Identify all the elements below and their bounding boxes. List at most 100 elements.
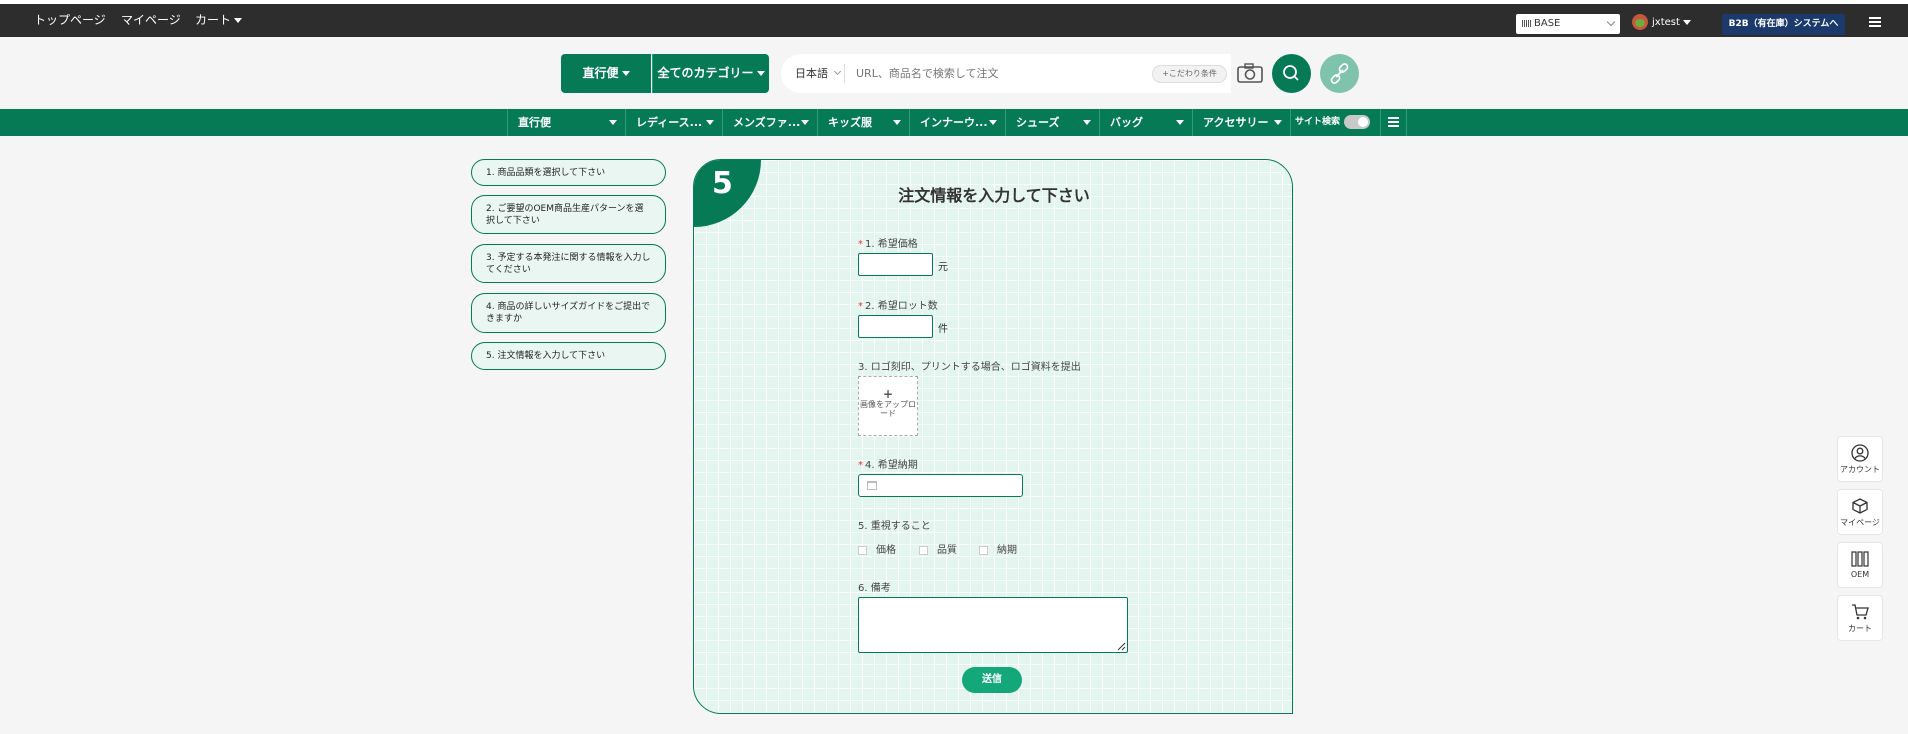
lot-unit: 件 bbox=[938, 324, 948, 335]
shop-select[interactable]: BASE bbox=[1516, 14, 1620, 34]
order-form-card: 5 注文情報を入力して下さい * 1. 希望価格 元 * 2. 希望ロット数 件 3… bbox=[693, 159, 1293, 714]
hamburger-menu-icon[interactable] bbox=[1869, 17, 1881, 27]
category-menu-button[interactable] bbox=[1381, 109, 1407, 136]
delivery-date-input[interactable] bbox=[858, 474, 1023, 497]
language-select[interactable]: 日本語 bbox=[795, 54, 841, 93]
side-mypage-label: マイページ bbox=[1840, 518, 1880, 527]
search-icon bbox=[1283, 65, 1299, 81]
shipping-type-button[interactable]: 直行便 bbox=[561, 54, 651, 93]
nav-cart-menu[interactable]: カート bbox=[195, 4, 243, 37]
price-input[interactable] bbox=[858, 253, 933, 276]
language-label: 日本語 bbox=[795, 67, 828, 80]
link-icon bbox=[1330, 63, 1349, 84]
top-navbar: トップページ マイページ カート BASE jxtest B2B（有在庫）システ… bbox=[0, 4, 1908, 37]
lot-input[interactable] bbox=[858, 315, 933, 338]
price-unit: 元 bbox=[938, 262, 948, 273]
step-item-5[interactable]: 5. 注文情報を入力して下さい bbox=[471, 342, 666, 370]
category-select-label: 全てのカテゴリー bbox=[657, 66, 754, 80]
chevron-down-icon bbox=[1176, 120, 1184, 125]
chevron-down-icon bbox=[621, 71, 630, 76]
step-item-3[interactable]: 3. 予定する本発注に関する情報を入力してください bbox=[471, 244, 666, 283]
image-upload-button[interactable]: + 画像をアップロード bbox=[858, 376, 918, 436]
shipping-type-label: 直行便 bbox=[582, 66, 619, 80]
link-search-button[interactable] bbox=[1320, 54, 1359, 93]
chevron-down-icon bbox=[893, 120, 901, 125]
search-header: 直行便 全てのカテゴリー 日本語 +こだわり条件 bbox=[0, 37, 1908, 109]
priority-quality-checkbox[interactable]: 品質 bbox=[919, 541, 957, 556]
category-item-kids[interactable]: キッズ服 bbox=[818, 109, 910, 136]
category-item-accessories[interactable]: アクセサリー bbox=[1193, 109, 1291, 136]
chevron-down-icon bbox=[234, 18, 243, 23]
price-label: * 1. 希望価格 bbox=[858, 235, 918, 250]
search-input[interactable] bbox=[856, 62, 1126, 84]
search-box: 日本語 +こだわり条件 bbox=[781, 54, 1263, 93]
category-label: バッグ bbox=[1110, 116, 1143, 129]
plus-icon: + bbox=[882, 387, 894, 401]
category-item-shoes[interactable]: シューズ bbox=[1006, 109, 1100, 136]
category-select-button[interactable]: 全てのカテゴリー bbox=[652, 54, 769, 93]
avatar bbox=[1632, 14, 1648, 30]
hamburger-menu-icon bbox=[1388, 117, 1399, 127]
category-item-ladies[interactable]: レディース... bbox=[626, 109, 723, 136]
user-menu[interactable]: jxtest bbox=[1632, 12, 1691, 34]
delivery-label-text: 4. 希望納期 bbox=[865, 460, 918, 471]
calendar-icon bbox=[867, 481, 877, 490]
chevron-down-icon bbox=[1682, 19, 1691, 25]
oem-icon bbox=[1851, 551, 1869, 567]
side-cart-label: カート bbox=[1848, 624, 1872, 633]
nav-mypage-link[interactable]: マイページ bbox=[121, 4, 181, 37]
step-item-2[interactable]: 2. ご要望のOEM商品生産パターンを選択して下さい bbox=[471, 195, 666, 234]
chevron-down-icon bbox=[833, 67, 841, 76]
barcode-icon bbox=[1522, 19, 1532, 27]
required-mark: * bbox=[858, 301, 863, 312]
priority-price-checkbox[interactable]: 価格 bbox=[858, 541, 896, 556]
search-button[interactable] bbox=[1272, 54, 1311, 93]
nav-cart-label: カート bbox=[195, 13, 232, 27]
side-account-button[interactable]: アカウント bbox=[1837, 436, 1883, 482]
b2b-system-button[interactable]: B2B（有在庫）システムへ bbox=[1722, 14, 1845, 35]
category-label: レディース... bbox=[636, 116, 703, 129]
category-label: アクセサリー bbox=[1203, 116, 1269, 129]
required-mark: * bbox=[858, 460, 863, 471]
camera-icon[interactable] bbox=[1236, 62, 1264, 84]
username: jxtest bbox=[1652, 17, 1680, 28]
nav-home-link[interactable]: トップページ bbox=[34, 4, 106, 37]
category-item-innerwear[interactable]: インナーウ... bbox=[910, 109, 1006, 136]
user-icon bbox=[1851, 444, 1869, 462]
chevron-down-icon bbox=[706, 120, 714, 125]
side-mypage-button[interactable]: マイページ bbox=[1837, 489, 1883, 535]
category-item-direct[interactable]: 直行便 bbox=[507, 109, 626, 136]
side-cart-button[interactable]: カート bbox=[1837, 595, 1883, 641]
resize-handle-icon[interactable] bbox=[1116, 641, 1126, 651]
step-item-1[interactable]: 1. 商品品類を選択して下さい bbox=[471, 159, 666, 186]
category-item-mens[interactable]: メンズファ... bbox=[723, 109, 818, 136]
checkbox-label: 価格 bbox=[876, 545, 896, 556]
lot-label-text: 2. 希望ロット数 bbox=[865, 301, 938, 312]
submit-button[interactable]: 送信 bbox=[962, 667, 1022, 693]
priority-delivery-checkbox[interactable]: 納期 bbox=[979, 541, 1017, 556]
remarks-textarea[interactable] bbox=[858, 597, 1128, 653]
side-account-label: アカウント bbox=[1840, 465, 1880, 474]
required-mark: * bbox=[858, 239, 863, 250]
chevron-down-icon bbox=[1083, 120, 1091, 125]
step-item-4[interactable]: 4. 商品の詳しいサイズガイドをご提出できますか bbox=[471, 293, 666, 333]
side-oem-button[interactable]: OEM bbox=[1837, 542, 1883, 588]
checkbox-box bbox=[979, 545, 988, 555]
priority-label: 5. 重視すること bbox=[858, 521, 931, 532]
box-icon bbox=[1852, 498, 1868, 514]
chevron-down-icon bbox=[1274, 120, 1282, 125]
price-label-text: 1. 希望価格 bbox=[865, 239, 918, 250]
category-label: シューズ bbox=[1016, 116, 1060, 129]
chevron-down-icon bbox=[989, 120, 997, 125]
site-search-toggle[interactable]: サイト検索 bbox=[1291, 109, 1381, 136]
chevron-down-icon bbox=[756, 71, 765, 76]
cart-icon bbox=[1852, 604, 1869, 620]
category-item-bags[interactable]: バッグ bbox=[1100, 109, 1193, 136]
category-label: インナーウ... bbox=[920, 116, 988, 129]
category-bar: 直行便 レディース... メンズファ... キッズ服 インナーウ... シューズ… bbox=[0, 109, 1908, 136]
lot-label: * 2. 希望ロット数 bbox=[858, 297, 938, 312]
toggle-switch[interactable] bbox=[1344, 114, 1371, 129]
conditions-button[interactable]: +こだわり条件 bbox=[1152, 65, 1227, 83]
chevron-down-icon bbox=[801, 120, 809, 125]
site-search-label: サイト検索 bbox=[1295, 117, 1341, 127]
